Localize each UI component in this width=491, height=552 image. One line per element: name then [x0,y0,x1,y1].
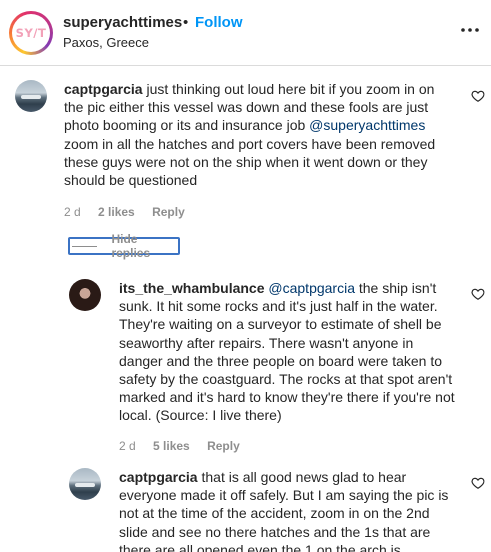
like-reply-icon[interactable] [471,287,485,301]
comment-text-continued: zoom in all the hatches and port covers … [64,135,436,189]
heart-outline-icon [471,477,485,489]
reply-text: the ship isn't sunk. It hit some rocks a… [119,280,455,424]
reply-body: captpgarcia that is all good news glad t… [119,468,461,552]
replies-divider-line [72,245,98,247]
location-link[interactable]: Paxos, Greece [63,35,149,50]
reply-meta: 2 d 5 likes Reply [119,439,254,453]
account-avatar[interactable]: SY/T [9,11,53,55]
heart-outline-icon [471,288,485,300]
like-comment-icon[interactable] [471,89,485,103]
follow-button[interactable]: Follow [195,14,243,31]
more-horizontal-icon [461,28,479,32]
comment-likes[interactable]: 2 likes [98,205,135,219]
comment-username[interactable]: captpgarcia [64,81,143,97]
comment-avatar[interactable] [15,80,47,112]
reply-button[interactable]: Reply [152,205,185,219]
reply-time[interactable]: 2 d [119,439,136,453]
comment-meta: 2 d 2 likes Reply [64,205,199,219]
account-name[interactable]: superyachttimes [63,14,182,31]
reply-username[interactable]: its_the_whambulance [119,280,265,296]
hide-replies-button[interactable]: Hide replies [68,232,180,260]
more-options-icon[interactable] [460,20,480,40]
comment-time[interactable]: 2 d [64,205,81,219]
comment-mention[interactable]: @superyachttimes [309,117,425,133]
reply-avatar[interactable] [69,468,101,500]
reply-body: its_the_whambulance @captpgarcia the shi… [119,279,459,425]
post-header: SY/T superyachttimes • Follow Paxos, Gre… [0,0,491,66]
reply-avatar[interactable] [69,279,101,311]
heart-outline-icon [471,90,485,102]
account-logo: SY/T [12,14,50,52]
reply-mention[interactable]: @captpgarcia [268,280,355,296]
comment-body: captpgarcia just thinking out loud here … [64,80,456,189]
reply-likes[interactable]: 5 likes [153,439,190,453]
reply-username[interactable]: captpgarcia [119,469,198,485]
like-reply-icon[interactable] [471,476,485,490]
logo-text: SY/T [15,26,47,40]
separator-dot: • [183,14,189,31]
reply-button[interactable]: Reply [207,439,240,453]
hide-replies-label: Hide replies [111,232,151,260]
